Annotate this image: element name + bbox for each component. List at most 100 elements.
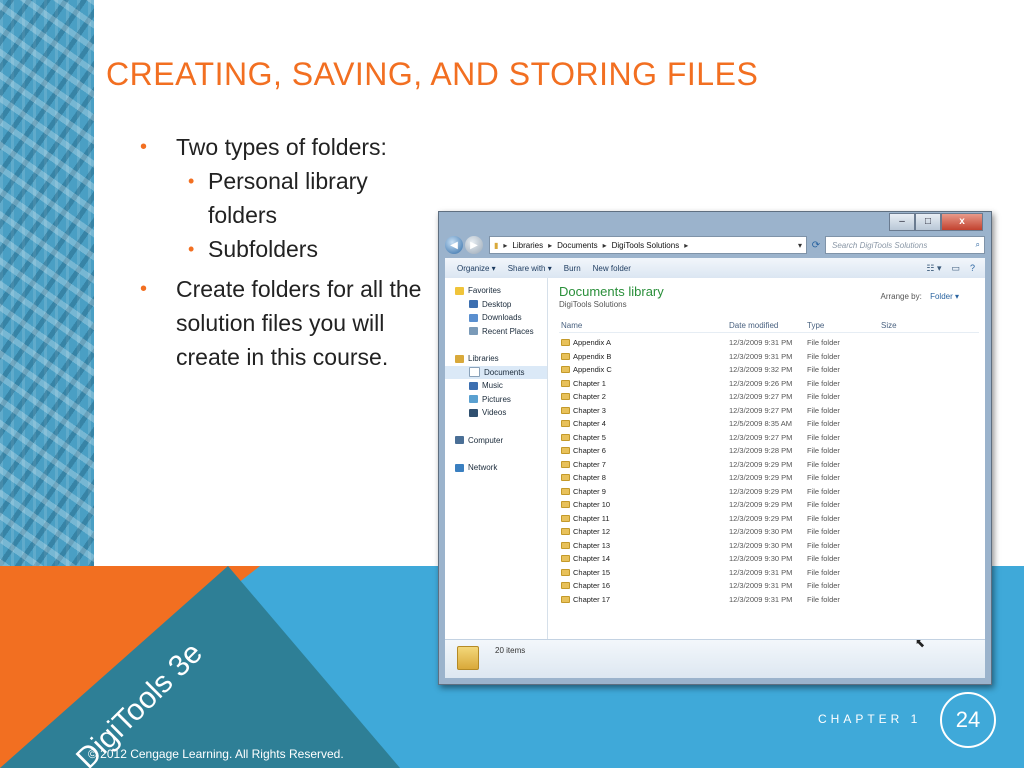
- file-name: Chapter 17: [573, 594, 611, 604]
- address-bar[interactable]: ▮ ▸ Libraries ▸ Documents ▸ DigiTools So…: [489, 236, 807, 254]
- file-type: File folder: [807, 486, 840, 496]
- file-row[interactable]: Chapter 7 12/3/2009 9:29 PM File folder: [559, 458, 979, 472]
- breadcrumb-item[interactable]: DigiTools Solutions: [612, 241, 680, 250]
- library-title: Documents library: [559, 284, 664, 299]
- breadcrumb-item[interactable]: Libraries: [512, 241, 543, 250]
- nav-item-network[interactable]: Network: [445, 461, 547, 475]
- column-header-name[interactable]: Name: [561, 321, 582, 330]
- folder-icon: [561, 487, 570, 495]
- favorites-group: Favorites Desktop Downloads Recent Place…: [445, 284, 547, 338]
- nav-label: Computer: [468, 435, 504, 445]
- folder-icon: [561, 366, 570, 373]
- forward-button[interactable]: ▶: [465, 236, 483, 254]
- toolbar-right-controls: ☷ ▾ ▭ ?: [926, 263, 985, 274]
- file-date: 12/3/2009 9:30 PM: [729, 554, 793, 563]
- file-type: File folder: [807, 527, 840, 536]
- file-row[interactable]: Chapter 13 12/3/2009 9:30 PM File folder: [559, 539, 979, 553]
- folder-icon: [561, 433, 570, 441]
- file-row[interactable]: Chapter 17 12/3/2009 9:31 PM File folder: [559, 593, 979, 607]
- column-header-type[interactable]: Type: [807, 321, 824, 330]
- file-name: Appendix B: [573, 351, 612, 361]
- nav-item-libraries[interactable]: Libraries: [445, 352, 547, 366]
- bullet-list: Two types of folders: Personal library f…: [140, 130, 440, 374]
- file-type: File folder: [807, 554, 840, 563]
- window-controls: – □ x: [889, 213, 983, 231]
- breadcrumb-item[interactable]: Documents: [557, 241, 597, 250]
- search-input[interactable]: Search DigiTools Solutions ⌕: [825, 236, 985, 254]
- nav-item-desktop[interactable]: Desktop: [445, 298, 547, 312]
- file-row[interactable]: Chapter 8 12/3/2009 9:29 PM File folder: [559, 471, 979, 485]
- file-row[interactable]: Appendix A 12/3/2009 9:31 PM File folder: [559, 336, 979, 350]
- file-row[interactable]: Chapter 2 12/3/2009 9:27 PM File folder: [559, 390, 979, 404]
- file-name: Chapter 13: [573, 540, 611, 550]
- folder-icon: [561, 582, 570, 589]
- nav-label: Libraries: [468, 354, 499, 364]
- nav-item-pictures[interactable]: Pictures: [445, 393, 547, 407]
- preview-pane-icon[interactable]: ▭: [951, 263, 960, 274]
- libraries-icon: [455, 354, 464, 363]
- minimize-button[interactable]: –: [889, 213, 915, 231]
- share-with-button[interactable]: Share with ▾: [508, 264, 552, 273]
- item-count: 20 items: [495, 646, 526, 655]
- column-header-date[interactable]: Date modified: [729, 321, 778, 330]
- file-name: Appendix A: [573, 338, 611, 347]
- file-row[interactable]: Chapter 11 12/3/2009 9:29 PM File folder: [559, 512, 979, 526]
- folder-icon: [561, 568, 570, 576]
- file-type: File folder: [807, 405, 840, 415]
- file-row[interactable]: Chapter 14 12/3/2009 9:30 PM File folder: [559, 552, 979, 566]
- sub-bullet-text: Personal library folders: [208, 168, 368, 228]
- nav-item-music[interactable]: Music: [445, 379, 547, 393]
- desktop-icon: [469, 300, 478, 309]
- view-options-icon[interactable]: ☷ ▾: [926, 263, 941, 274]
- folder-icon: [561, 460, 570, 468]
- burn-button[interactable]: Burn: [564, 264, 581, 273]
- maximize-button[interactable]: □: [915, 213, 941, 231]
- file-row[interactable]: Chapter 16 12/3/2009 9:31 PM File folder: [559, 579, 979, 593]
- organize-button[interactable]: Organize ▾: [457, 264, 496, 273]
- file-type: File folder: [807, 581, 840, 590]
- command-toolbar: Organize ▾ Share with ▾ Burn New folder …: [445, 258, 985, 279]
- file-row[interactable]: Chapter 4 12/5/2009 8:35 AM File folder: [559, 417, 979, 431]
- file-name: Chapter 11: [573, 513, 610, 523]
- network-group: Network: [445, 461, 547, 475]
- nav-item-downloads[interactable]: Downloads: [445, 311, 547, 325]
- chevron-down-icon[interactable]: ▾: [798, 241, 802, 250]
- back-button[interactable]: ◀: [445, 236, 463, 254]
- file-row[interactable]: Chapter 6 12/3/2009 9:28 PM File folder: [559, 444, 979, 458]
- file-date: 12/3/2009 9:30 PM: [729, 527, 793, 536]
- chevron-right-icon: ▸: [684, 240, 689, 250]
- refresh-icon[interactable]: ⟳: [807, 236, 825, 254]
- column-header-size[interactable]: Size: [881, 321, 897, 330]
- folder-icon: [561, 555, 570, 562]
- file-row[interactable]: Chapter 9 12/3/2009 9:29 PM File folder: [559, 485, 979, 499]
- nav-item-favorites[interactable]: Favorites: [445, 284, 547, 298]
- folder-icon: [561, 339, 570, 346]
- new-folder-button[interactable]: New folder: [593, 264, 631, 273]
- nav-item-documents[interactable]: Documents: [445, 365, 547, 379]
- address-row: ◀ ▶ ▮ ▸ Libraries ▸ Documents ▸ DigiTool…: [445, 234, 985, 256]
- search-icon[interactable]: ⌕: [976, 240, 980, 250]
- close-button[interactable]: x: [941, 213, 983, 231]
- file-date: 12/3/2009 9:31 PM: [729, 567, 793, 577]
- folder-icon: [561, 501, 570, 508]
- nav-item-videos[interactable]: Videos: [445, 406, 547, 420]
- music-icon: [469, 381, 478, 390]
- file-row[interactable]: Appendix B 12/3/2009 9:31 PM File folder: [559, 350, 979, 364]
- file-row[interactable]: Chapter 10 12/3/2009 9:29 PM File folder: [559, 498, 979, 512]
- file-row[interactable]: Chapter 12 12/3/2009 9:30 PM File folder: [559, 525, 979, 539]
- chevron-right-icon: ▸: [503, 240, 508, 250]
- file-list: Appendix A 12/3/2009 9:31 PM File folder Ap…: [559, 336, 979, 606]
- file-row[interactable]: Chapter 3 12/3/2009 9:27 PM File folder: [559, 404, 979, 418]
- file-row[interactable]: Chapter 15 12/3/2009 9:31 PM File folder: [559, 566, 979, 580]
- folder-icon: [561, 595, 570, 603]
- help-icon[interactable]: ?: [970, 263, 975, 273]
- arrange-by-dropdown[interactable]: Folder ▾: [930, 292, 959, 301]
- file-type: File folder: [807, 540, 840, 550]
- file-row[interactable]: Appendix C 12/3/2009 9:32 PM File folder: [559, 363, 979, 377]
- nav-item-recent-places[interactable]: Recent Places: [445, 325, 547, 339]
- sub-bullet-item: Subfolders: [188, 232, 440, 266]
- file-row[interactable]: Chapter 1 12/3/2009 9:26 PM File folder: [559, 377, 979, 391]
- nav-item-computer[interactable]: Computer: [445, 434, 547, 448]
- file-list-pane: Documents library DigiTools Solutions Ar…: [547, 278, 985, 640]
- file-row[interactable]: Chapter 5 12/3/2009 9:27 PM File folder: [559, 431, 979, 445]
